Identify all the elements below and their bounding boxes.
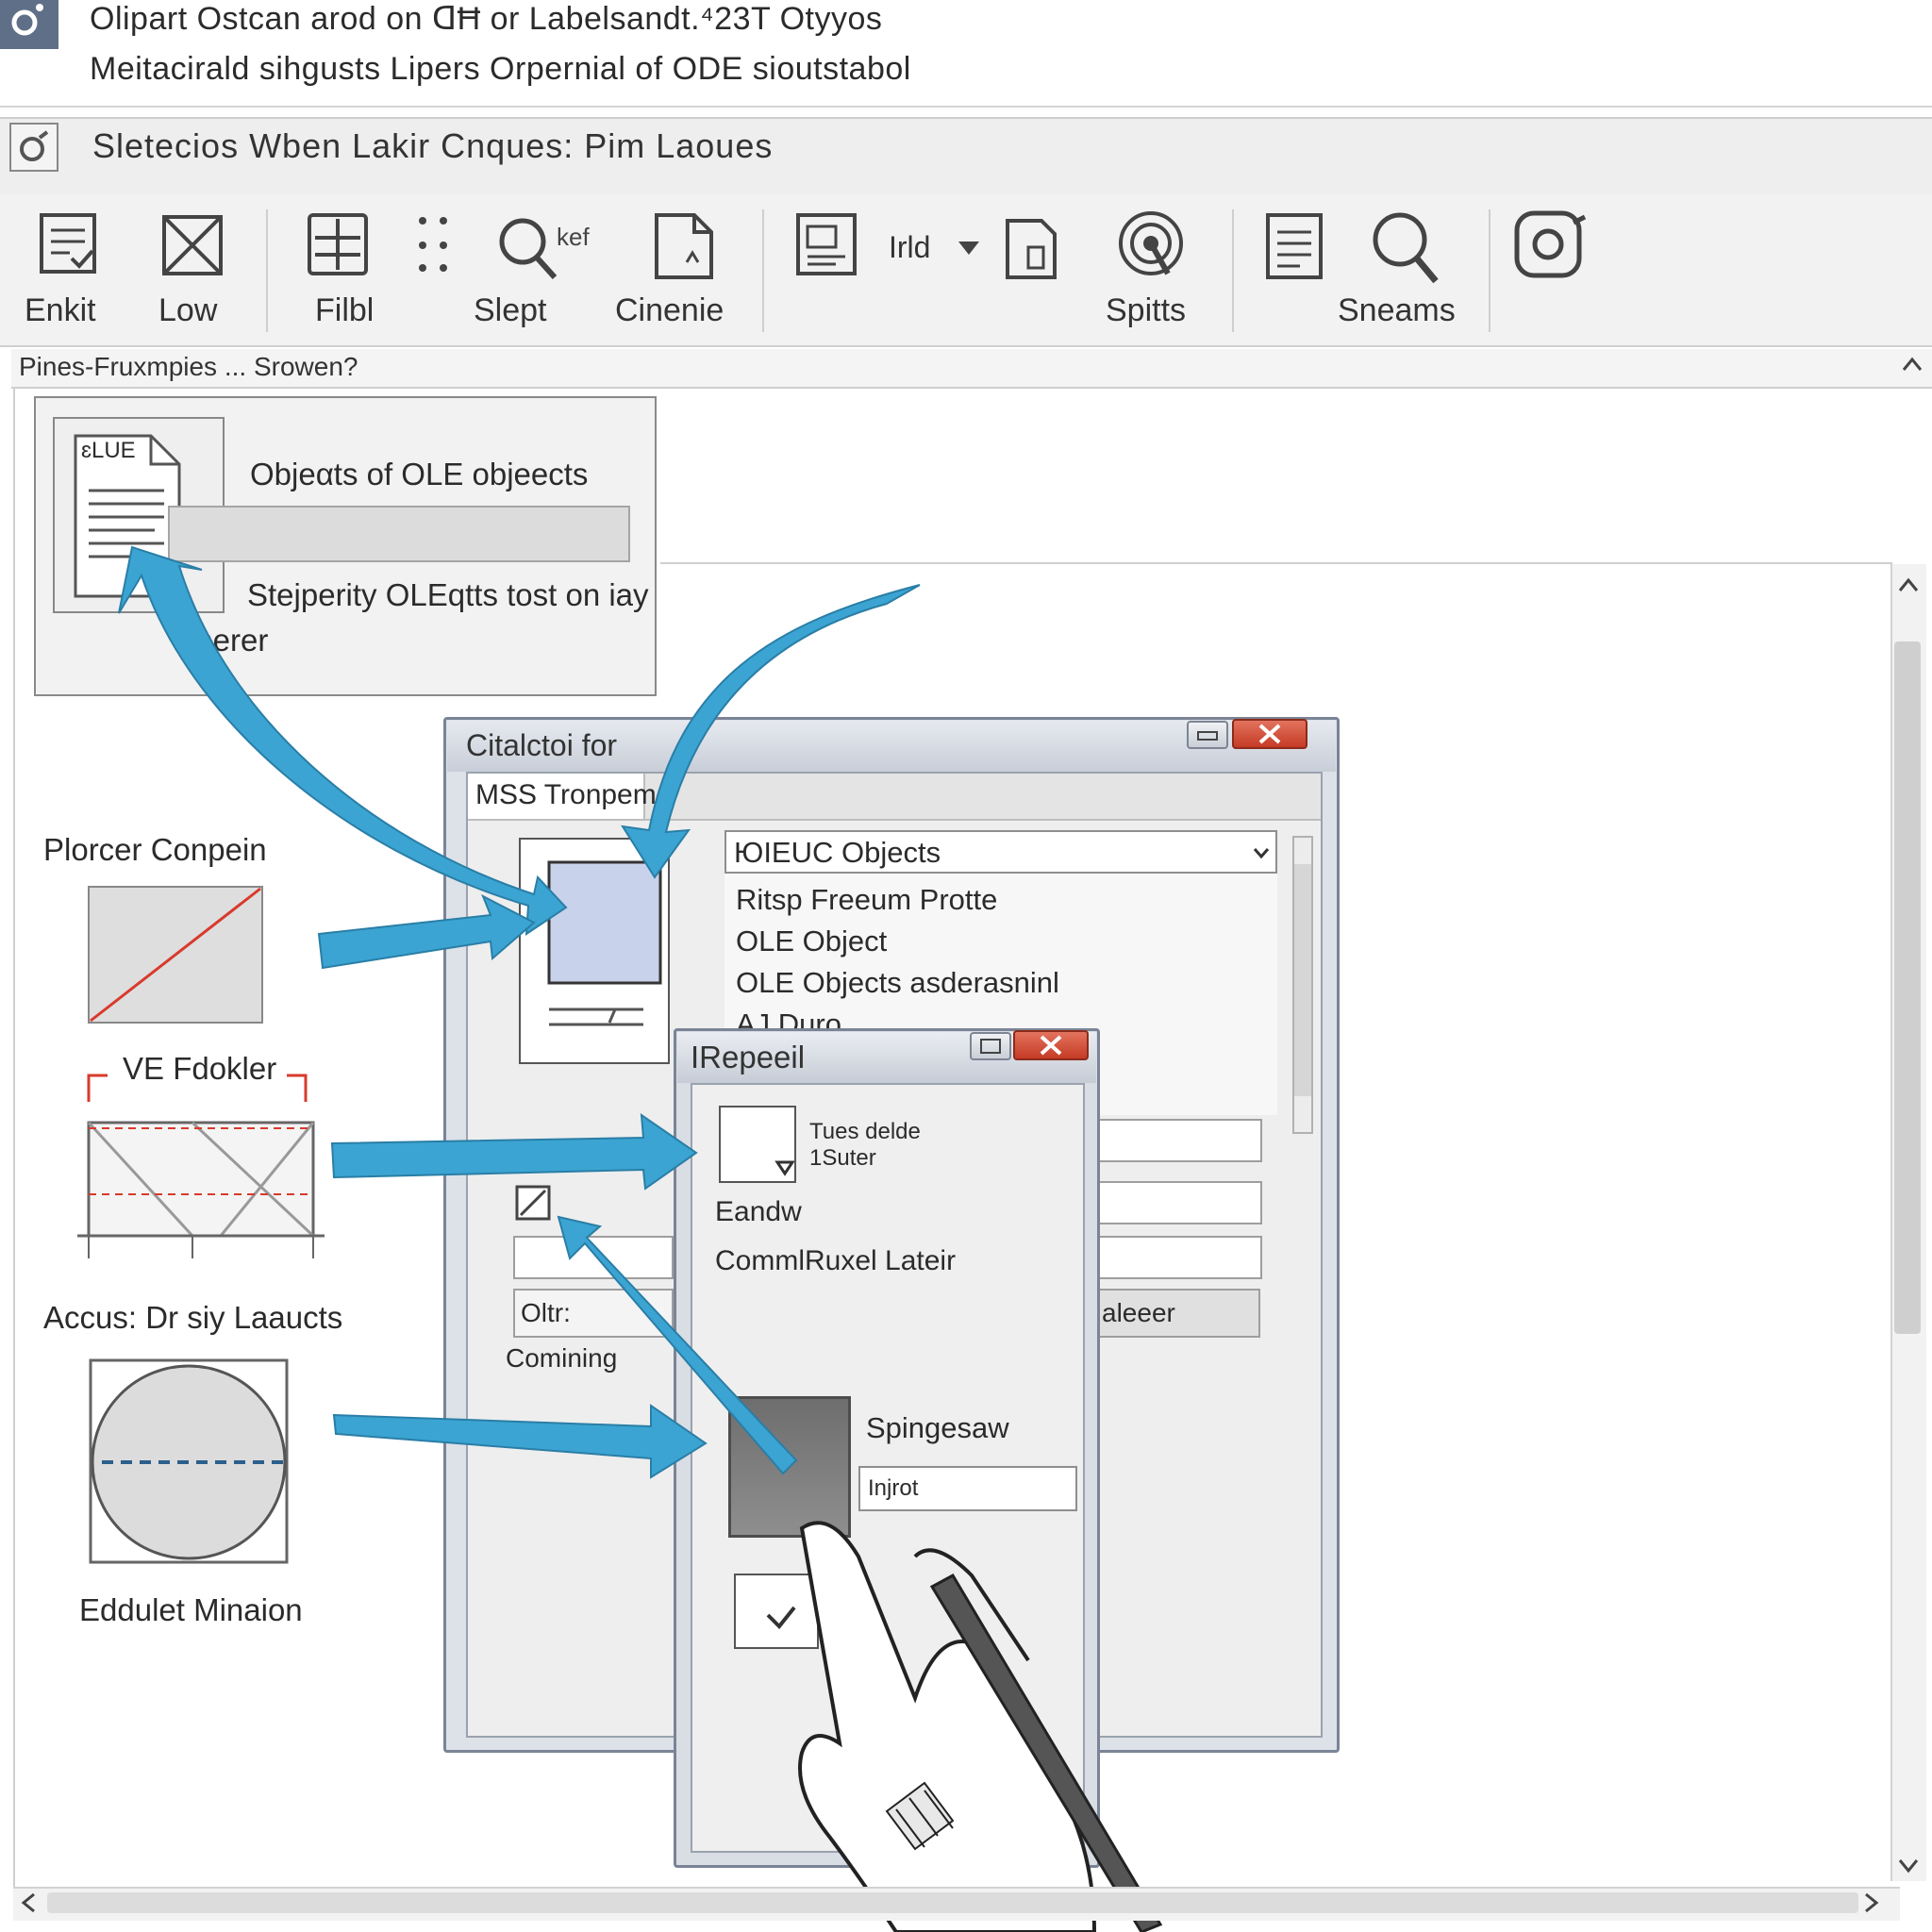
ribbon-separator	[762, 209, 764, 332]
list-item[interactable]: OLE Object	[736, 924, 887, 958]
panel-subtitle: Stejperity OLEqtts tost on iay	[247, 577, 649, 612]
text-field[interactable]	[1098, 1181, 1262, 1224]
option-checkbox-label-2: 1Suter	[809, 1145, 876, 1171]
dialog-footer-label: Comining	[506, 1343, 618, 1373]
text-field[interactable]	[513, 1236, 674, 1279]
side-label-1: Plorcer Conpein	[43, 832, 267, 867]
minimize-button[interactable]	[970, 1032, 1011, 1060]
grid-icon[interactable]	[304, 209, 375, 281]
object-preview[interactable]	[519, 838, 670, 1064]
color-swatch-button[interactable]	[728, 1396, 851, 1538]
refresh-icon[interactable]	[1511, 208, 1592, 283]
dialog-button-label: aleeer	[1102, 1298, 1175, 1327]
document-image-icon[interactable]	[792, 209, 868, 285]
circle-shape-thumbnail[interactable]	[89, 1358, 291, 1564]
sub-dialog-item[interactable]: CommlRuxel Lateir	[715, 1245, 956, 1277]
target-icon[interactable]	[1113, 206, 1189, 287]
ribbon-separator	[266, 209, 268, 332]
option-checkbox-label: Tues delde	[809, 1119, 921, 1144]
text-field[interactable]	[1098, 1236, 1262, 1279]
minimize-button[interactable]	[1187, 721, 1228, 749]
app-logo-icon[interactable]	[0, 0, 58, 49]
copy-doc-icon[interactable]	[1002, 209, 1068, 285]
edit-doc-icon[interactable]	[34, 208, 106, 279]
list-item[interactable]: Ritsp Freeum Protte	[736, 883, 997, 917]
sub-dialog-item[interactable]: Eandw	[715, 1196, 802, 1228]
sub-dialog-title: IRepeeil	[691, 1040, 806, 1074]
chevron-left-icon[interactable]	[21, 1892, 36, 1913]
search-ref-badge: kef	[557, 223, 590, 251]
dialog-tab-label[interactable]: MSS Tronpem	[475, 779, 657, 811]
side-label-4: Eddulet Minaion	[79, 1592, 303, 1627]
ribbon-dropdown-label[interactable]: Irld	[889, 230, 930, 265]
header-title-line-1: Olipart Ostcan arod on ᗡĦ or Labelsandt.…	[90, 1, 883, 37]
ribbon-label-enkit[interactable]: Enkit	[25, 292, 96, 329]
ribbon-label-low[interactable]: Low	[158, 292, 217, 329]
search-ref-icon[interactable]	[494, 209, 566, 285]
chevron-up-icon[interactable]	[1902, 357, 1923, 372]
group-box-label: Oltr:	[521, 1298, 571, 1327]
header-title-line-2: Meitacirald sihgusts Lipers Orpernial of…	[90, 51, 911, 87]
divider	[660, 562, 1892, 564]
ribbon-separator	[1489, 209, 1491, 332]
menu-bar-items[interactable]: Sletecios Wben Lakir Cnques: Pim Laoues	[92, 126, 773, 166]
close-button[interactable]	[1013, 1030, 1089, 1060]
spinner-input-value[interactable]: Injrot	[868, 1475, 918, 1502]
ribbon-label-slept[interactable]: Slept	[474, 292, 547, 329]
panel-subtitle-2: inerer	[189, 623, 269, 658]
chevron-up-icon[interactable]	[1898, 577, 1919, 592]
document-thumbnail-label: ɛLUE	[81, 438, 136, 463]
document-icon[interactable]	[649, 209, 721, 285]
text-field[interactable]	[1098, 1119, 1262, 1162]
confirm-checkbox[interactable]	[734, 1574, 819, 1649]
breadcrumb-text[interactable]: Pines-Fruxmpies ... Srowen?	[19, 352, 358, 382]
ribbon-label-filbl[interactable]: Filbl	[315, 292, 374, 329]
chevron-down-icon[interactable]	[1898, 1858, 1919, 1874]
side-label-3: Accus: Dr siy Laaucts	[43, 1300, 343, 1335]
chevron-down-icon[interactable]	[1253, 847, 1270, 858]
ribbon-toolbar	[0, 194, 1932, 347]
image-placeholder-icon[interactable]	[157, 209, 228, 281]
list-scrollbar-thumb[interactable]	[1294, 864, 1311, 1096]
option-checkbox[interactable]	[719, 1106, 796, 1183]
line-shape-thumbnail[interactable]	[87, 885, 266, 1026]
ribbon-label-sneams[interactable]: Sneams	[1338, 292, 1456, 329]
panel-input-bar[interactable]	[168, 506, 630, 562]
list-item[interactable]: OLE Objects asderasninl	[736, 966, 1059, 1000]
resize-checkbox-icon[interactable]	[515, 1185, 553, 1223]
app-settings-icon[interactable]	[9, 123, 58, 172]
ribbon-label-cinenie[interactable]: Cinenie	[615, 292, 724, 329]
list-document-icon[interactable]	[1262, 209, 1328, 285]
chevron-right-icon[interactable]	[1864, 1892, 1879, 1913]
search-icon[interactable]	[1368, 206, 1443, 287]
spinner-label: Spingesaw	[866, 1411, 1009, 1444]
panel-title: Objeαts of OLE objeects	[250, 457, 589, 491]
dialog-title: Citalctoi for	[466, 728, 618, 762]
drag-handle-icon[interactable]	[413, 209, 457, 281]
horizontal-scrollbar-thumb[interactable]	[47, 1892, 1858, 1913]
frame-shape-thumbnail[interactable]	[70, 1074, 330, 1262]
vertical-scrollbar-thumb[interactable]	[1894, 641, 1921, 1334]
object-type-dropdown-value[interactable]: ЮIEUC Objects	[734, 836, 941, 870]
ribbon-separator	[1232, 209, 1234, 332]
close-button[interactable]	[1232, 719, 1307, 749]
chevron-down-icon[interactable]	[957, 240, 981, 257]
ribbon-label-spitts[interactable]: Spitts	[1106, 292, 1186, 329]
